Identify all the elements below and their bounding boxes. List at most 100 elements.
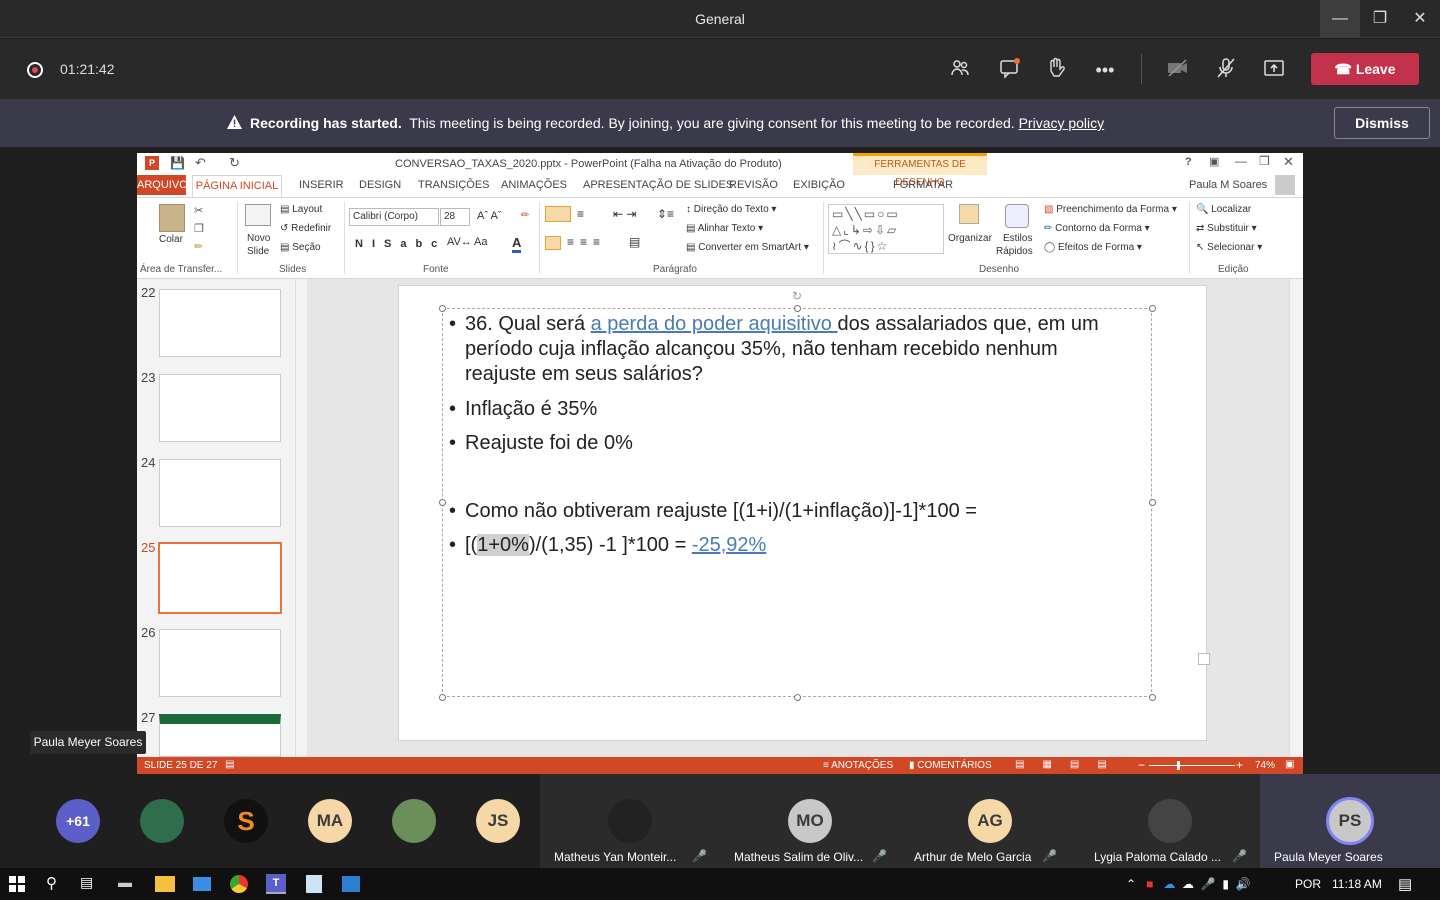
chrome-icon[interactable]	[230, 875, 248, 893]
slide-thumbnail[interactable]	[159, 629, 281, 697]
slide-thumbnail[interactable]	[159, 459, 281, 527]
ribbon-display-icon[interactable]: ▣	[1209, 155, 1219, 168]
indent-icons[interactable]: ⇤ ⇥	[613, 207, 636, 221]
vertical-scrollbar[interactable]	[1289, 279, 1303, 757]
slide-label[interactable]: Slide	[247, 246, 269, 257]
align-text-button[interactable]: ▤ Alinhar Texto ▾	[686, 223, 763, 234]
redo-icon[interactable]: ↻	[229, 155, 240, 171]
raise-hand-icon[interactable]	[1043, 57, 1069, 83]
user-avatar[interactable]	[1275, 175, 1295, 195]
notepad-icon[interactable]	[306, 875, 322, 893]
photos-icon[interactable]	[342, 876, 360, 892]
selected-text[interactable]: 1+0%	[477, 534, 529, 556]
font-style-buttons[interactable]: NISabc	[355, 238, 446, 250]
help-icon[interactable]: ?	[1185, 156, 1192, 168]
clock[interactable]: 11:18 AM	[1332, 877, 1382, 891]
columns-icon[interactable]: ▤	[629, 235, 640, 249]
battery-icon[interactable]: ▮	[1222, 877, 1229, 891]
font-color-icon[interactable]: A	[512, 235, 522, 253]
tab-apresentacao[interactable]: APRESENTAÇÃO DE SLIDES	[583, 179, 733, 191]
line-spacing-icon[interactable]: ⇕≡	[657, 207, 674, 221]
copy-icon[interactable]: ❐	[194, 222, 204, 235]
content-textbox[interactable]: ↻ • 36. Qual será a perda do poder aquisi…	[439, 289, 1156, 701]
close-icon[interactable]: ✕	[1400, 0, 1440, 38]
chevron-up-icon[interactable]: ⌃	[1126, 877, 1136, 891]
font-size-select[interactable]: 28	[440, 208, 470, 226]
undo-icon[interactable]: ↶	[195, 155, 206, 171]
smartart-button[interactable]: ▤ Converter em SmartArt ▾	[686, 242, 809, 253]
zoom-slider-thumb[interactable]	[1177, 761, 1180, 770]
more-participants-button[interactable]: +61	[56, 799, 100, 843]
spacing-icon[interactable]: AV↔	[447, 236, 472, 248]
tab-transicoes[interactable]: TRANSIÇÕES	[418, 179, 490, 191]
replace-button[interactable]: ⇄ Substituir ▾	[1196, 223, 1257, 234]
slide-link-perda[interactable]: a perda do poder aquisitivo	[591, 313, 838, 335]
zoom-out-icon[interactable]: −	[1138, 758, 1145, 772]
more-options-icon[interactable]: •••	[1092, 57, 1118, 83]
notifications-icon[interactable]: ▤	[1398, 875, 1412, 893]
resize-handle[interactable]	[439, 305, 446, 312]
secao-button[interactable]: ▤ Seção	[280, 242, 321, 253]
slide-thumbnail[interactable]	[159, 374, 281, 442]
slide-thumbnail-selected[interactable]	[158, 542, 282, 614]
maximize-icon[interactable]: ❐	[1360, 0, 1400, 38]
resize-handle[interactable]	[439, 499, 446, 506]
minimize-icon[interactable]: —	[1320, 0, 1360, 38]
redefinir-button[interactable]: ↺ Redefinir	[280, 223, 331, 234]
tab-revisao[interactable]: REVISÃO	[729, 179, 778, 191]
tab-design[interactable]: DESIGN	[359, 179, 401, 191]
slide-thumbnail[interactable]	[159, 714, 281, 757]
tray-app-icon[interactable]: ■	[1146, 877, 1153, 891]
shape-outline-button[interactable]: ✏ Contorno da Forma ▾	[1044, 223, 1150, 234]
slide-link-result[interactable]: -25,92%	[692, 534, 767, 556]
save-icon[interactable]: 💾	[170, 156, 185, 170]
resize-handle[interactable]	[439, 694, 446, 701]
tab-inserir[interactable]: INSERIR	[299, 179, 344, 191]
participants-icon[interactable]	[947, 57, 973, 83]
rotate-handle-icon[interactable]: ↻	[792, 289, 802, 303]
ppt-close-icon[interactable]: ✕	[1283, 154, 1294, 170]
user-name[interactable]: Paula M Soares	[1189, 179, 1267, 191]
colar-label[interactable]: Colar	[159, 234, 183, 245]
spellcheck-icon[interactable]: ▤	[225, 759, 234, 770]
slide-thumbnail[interactable]	[159, 289, 281, 357]
shape-fill-button[interactable]: ▧ Preenchimento da Forma ▾	[1044, 204, 1177, 215]
estilos-label[interactable]: Estilos	[1003, 233, 1032, 244]
search-icon[interactable]: ⚲	[46, 874, 66, 894]
resize-handle[interactable]	[794, 305, 801, 312]
camera-off-icon[interactable]	[1165, 57, 1191, 83]
share-screen-icon[interactable]	[1261, 57, 1287, 83]
resize-handle[interactable]	[1149, 499, 1156, 506]
onedrive-icon[interactable]: ☁	[1163, 877, 1175, 891]
format-painter-icon[interactable]: ✏	[194, 240, 203, 253]
fit-slide-icon[interactable]: ▣	[1285, 759, 1294, 770]
mic-icon[interactable]: 🎤	[1201, 877, 1216, 891]
slide-scroll-thumb[interactable]	[1198, 653, 1210, 665]
participant-tile[interactable]: Matheus Yan Monteir... 🎤	[540, 774, 720, 868]
zoom-level[interactable]: 74%	[1255, 760, 1275, 771]
privacy-policy-link[interactable]: Privacy policy	[1019, 115, 1105, 131]
mail-icon[interactable]	[193, 877, 211, 891]
network-icon[interactable]: ☁	[1182, 877, 1194, 891]
dismiss-button[interactable]: Dismiss	[1334, 107, 1430, 139]
notes-button[interactable]: ≡ ANOTAÇÕES	[823, 760, 893, 771]
arrange-icon[interactable]	[959, 204, 979, 224]
task-view-icon[interactable]: ▤	[80, 874, 100, 894]
new-slide-icon[interactable]	[245, 204, 271, 226]
file-explorer-icon[interactable]	[155, 876, 175, 892]
zoom-in-icon[interactable]: +	[1236, 758, 1243, 772]
system-tray[interactable]: ⌃ ■ ☁ ☁ 🎤 ▮ 🔊	[1126, 877, 1251, 891]
change-case-icon[interactable]: Aa	[474, 236, 487, 248]
organizar-label[interactable]: Organizar	[948, 233, 992, 244]
shape-effects-button[interactable]: ◯ Efeitos de Forma ▾	[1044, 242, 1142, 253]
quick-styles-icon[interactable]	[1005, 204, 1029, 228]
resize-handle[interactable]	[1149, 694, 1156, 701]
resize-handle[interactable]	[1149, 305, 1156, 312]
participant-tile-self[interactable]: PS Paula Meyer Soares	[1260, 774, 1440, 868]
comments-button[interactable]: ▮ COMENTÁRIOS	[909, 760, 992, 771]
participant-tile[interactable]: Lygia Paloma Calado ... 🎤	[1080, 774, 1260, 868]
find-button[interactable]: 🔍 Localizar	[1196, 204, 1251, 215]
text-direction-button[interactable]: ↕ Direção do Texto ▾	[686, 204, 776, 215]
view-buttons[interactable]: ▤▦▤▤	[1015, 759, 1125, 770]
align-left-icon[interactable]	[545, 236, 561, 250]
